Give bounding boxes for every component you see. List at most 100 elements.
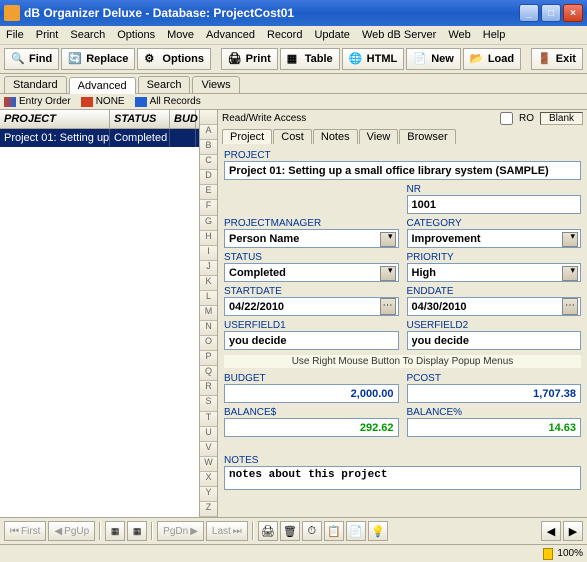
nav-last[interactable]: Last⏭ [206, 521, 248, 541]
replace-button[interactable]: 🔄Replace [61, 48, 135, 70]
none-button[interactable]: NONE [81, 96, 125, 107]
alpha-I[interactable]: I [200, 246, 217, 261]
options-button[interactable]: ⚙Options [137, 48, 211, 70]
alpha-A[interactable]: A [200, 125, 217, 140]
alpha-Q[interactable]: Q [200, 366, 217, 381]
category-select[interactable] [407, 229, 582, 248]
enddate-input[interactable] [407, 297, 582, 316]
alpha-Z[interactable]: Z [200, 502, 217, 517]
alpha-B[interactable]: B [200, 140, 217, 155]
budget-input[interactable] [224, 384, 399, 403]
nav-first[interactable]: ⏮First [4, 521, 46, 541]
minimize-button[interactable]: _ [519, 4, 539, 22]
menu-options[interactable]: Options [117, 29, 155, 41]
tab-search[interactable]: Search [138, 76, 191, 93]
alpha-T[interactable]: T [200, 412, 217, 427]
table-button[interactable]: ▦Table [280, 48, 340, 70]
ro-checkbox[interactable] [500, 112, 513, 125]
pm-select[interactable] [224, 229, 399, 248]
balance-d-input[interactable] [224, 418, 399, 437]
cell-status: Completed [110, 129, 170, 147]
load-button[interactable]: 📂Load [463, 48, 521, 70]
nav-pgup[interactable]: ◀PgUp [48, 521, 95, 541]
alpha-E[interactable]: E [200, 185, 217, 200]
priority-select[interactable] [407, 263, 582, 282]
tab-standard[interactable]: Standard [4, 76, 67, 93]
header-budget[interactable]: BUD [170, 110, 196, 128]
startdate-input[interactable] [224, 297, 399, 316]
alpha-all[interactable] [200, 110, 217, 125]
balance-p-input[interactable] [407, 418, 582, 437]
maximize-button[interactable]: □ [541, 4, 561, 22]
action2-button[interactable]: 📋 [324, 521, 344, 541]
all-records-button[interactable]: All Records [135, 96, 201, 107]
grid-body[interactable]: Project 01: Setting up a Completed [0, 129, 199, 517]
alpha-H[interactable]: H [200, 231, 217, 246]
form-tab-view[interactable]: View [359, 129, 399, 144]
action1-button[interactable]: ⏱ [302, 521, 322, 541]
tab-views[interactable]: Views [192, 76, 239, 93]
nav-grid-1[interactable]: ▦ [105, 521, 125, 541]
grid-row[interactable]: Project 01: Setting up a Completed [0, 129, 199, 147]
alpha-N[interactable]: N [200, 321, 217, 336]
pcost-input[interactable] [407, 384, 582, 403]
status-select[interactable] [224, 263, 399, 282]
nr-input[interactable] [407, 195, 582, 214]
header-status[interactable]: STATUS [110, 110, 170, 128]
exit-button[interactable]: 🚪Exit [531, 48, 583, 70]
alpha-M[interactable]: M [200, 306, 217, 321]
html-button[interactable]: 🌐HTML [342, 48, 405, 70]
notes-textarea[interactable] [224, 466, 581, 490]
alpha-J[interactable]: J [200, 261, 217, 276]
print-icon-button[interactable]: 🖨 [258, 521, 278, 541]
menu-advanced[interactable]: Advanced [206, 29, 255, 41]
alpha-W[interactable]: W [200, 457, 217, 472]
scroll-right-button[interactable]: ▶ [563, 521, 583, 541]
alpha-D[interactable]: D [200, 170, 217, 185]
alpha-K[interactable]: K [200, 276, 217, 291]
uf1-input[interactable] [224, 331, 399, 350]
uf2-input[interactable] [407, 331, 582, 350]
menu-update[interactable]: Update [314, 29, 349, 41]
alpha-R[interactable]: R [200, 381, 217, 396]
form-tab-browser[interactable]: Browser [399, 129, 455, 144]
entry-order-button[interactable]: Entry Order [4, 96, 71, 107]
first-icon: ⏮ [10, 526, 19, 537]
bulb-button[interactable]: 💡 [368, 521, 388, 541]
alpha-U[interactable]: U [200, 427, 217, 442]
delete-icon-button[interactable]: 🗑 [280, 521, 300, 541]
menu-record[interactable]: Record [267, 29, 302, 41]
alpha-O[interactable]: O [200, 336, 217, 351]
project-input[interactable] [224, 161, 581, 180]
alpha-S[interactable]: S [200, 396, 217, 411]
action3-button[interactable]: 📄 [346, 521, 366, 541]
alpha-V[interactable]: V [200, 442, 217, 457]
header-project[interactable]: PROJECT [0, 110, 110, 128]
close-button[interactable]: × [563, 4, 583, 22]
alpha-P[interactable]: P [200, 351, 217, 366]
print-button[interactable]: 🖨Print [221, 48, 278, 70]
alpha-C[interactable]: C [200, 155, 217, 170]
menu-file[interactable]: File [6, 29, 24, 41]
alpha-Y[interactable]: Y [200, 487, 217, 502]
form-tab-notes[interactable]: Notes [313, 129, 358, 144]
nav-pgdn[interactable]: PgDn▶ [157, 521, 204, 541]
alpha-X[interactable]: X [200, 472, 217, 487]
menu-web[interactable]: Web [448, 29, 470, 41]
new-button[interactable]: 📄New [406, 48, 461, 70]
replace-icon: 🔄 [68, 52, 82, 66]
menu-help[interactable]: Help [483, 29, 506, 41]
tab-advanced[interactable]: Advanced [69, 77, 136, 94]
nav-grid-2[interactable]: ▦ [127, 521, 147, 541]
alpha-L[interactable]: L [200, 291, 217, 306]
form-tab-cost[interactable]: Cost [273, 129, 312, 144]
menu-move[interactable]: Move [167, 29, 194, 41]
form-tab-project[interactable]: Project [222, 129, 272, 144]
alpha-G[interactable]: G [200, 216, 217, 231]
alpha-F[interactable]: F [200, 200, 217, 215]
menu-print[interactable]: Print [36, 29, 59, 41]
find-button[interactable]: 🔍Find [4, 48, 59, 70]
scroll-left-button[interactable]: ◀ [541, 521, 561, 541]
menu-search[interactable]: Search [70, 29, 105, 41]
menu-webdbserver[interactable]: Web dB Server [362, 29, 436, 41]
